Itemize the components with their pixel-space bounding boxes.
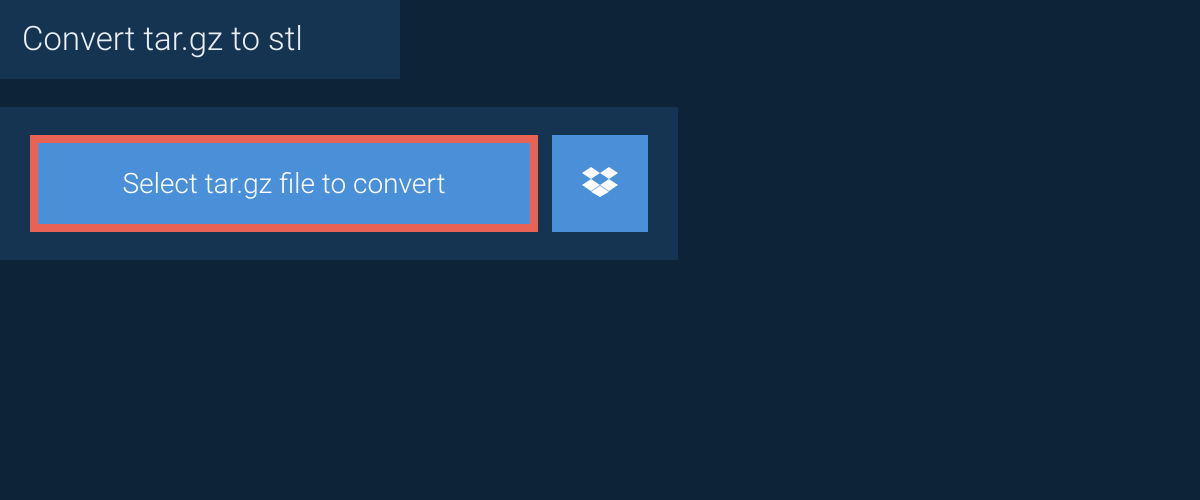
select-file-button-label: Select tar.gz file to convert [123,167,446,200]
upload-panel: Select tar.gz file to convert [0,107,678,260]
dropbox-button[interactable] [552,135,648,232]
page-title-tab: Convert tar.gz to stl [0,0,400,79]
page-title-text: Convert tar.gz to stl [22,20,303,59]
select-file-button[interactable]: Select tar.gz file to convert [30,135,538,232]
dropbox-icon [582,164,618,203]
